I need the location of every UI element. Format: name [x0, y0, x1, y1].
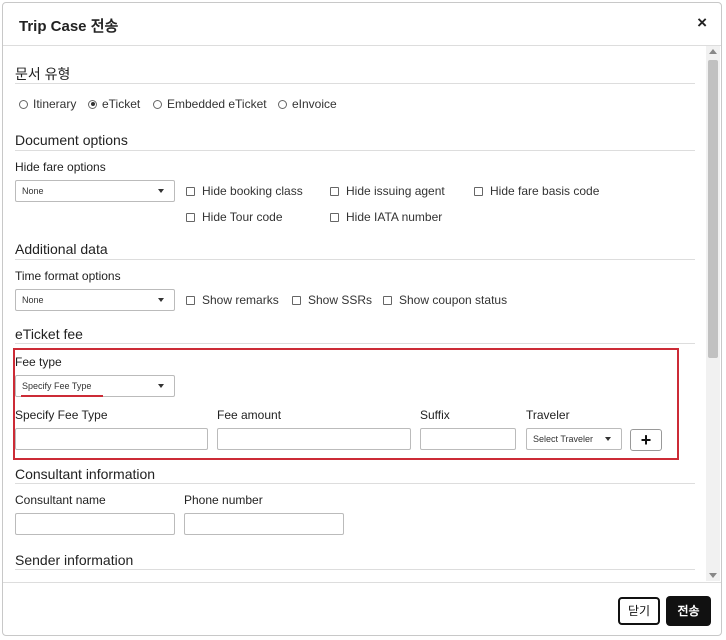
check-label: Show coupon status — [399, 293, 508, 307]
close-button[interactable]: 닫기 — [618, 597, 660, 625]
select-value: None — [22, 186, 44, 196]
radio-label: Itinerary — [33, 97, 77, 111]
fee-amount-input[interactable] — [217, 428, 411, 450]
suffix-input[interactable] — [420, 428, 516, 450]
checkbox-icon — [330, 186, 339, 196]
checkbox-icon — [330, 212, 339, 222]
check-show-remarks[interactable]: Show remarks — [186, 293, 279, 307]
check-label: Hide Tour code — [202, 210, 283, 224]
checkbox-icon — [186, 186, 195, 196]
additional-data-title: Additional data — [15, 241, 108, 257]
divider — [15, 569, 695, 570]
check-label: Hide booking class — [202, 184, 303, 198]
radio-icon — [153, 99, 162, 109]
check-label: Show remarks — [202, 293, 279, 307]
fee-type-select[interactable]: Specify Fee Type — [15, 375, 175, 397]
consultant-name-label: Consultant name — [15, 493, 106, 507]
divider — [15, 150, 695, 151]
time-format-select[interactable]: None — [15, 289, 175, 311]
radio-label: Embedded eTicket — [167, 97, 267, 111]
chevron-down-icon — [158, 384, 164, 388]
vertical-scrollbar[interactable] — [706, 46, 720, 581]
check-hide-issuing-agent[interactable]: Hide issuing agent — [330, 184, 445, 198]
divider — [15, 343, 695, 344]
divider — [15, 83, 695, 84]
suffix-label: Suffix — [420, 408, 450, 422]
chevron-down-icon — [158, 298, 164, 302]
send-button[interactable]: 전송 — [666, 596, 711, 626]
eticket-fee-title: eTicket fee — [15, 326, 83, 342]
sender-info-title: Sender information — [15, 552, 134, 568]
highlight-underline — [21, 395, 103, 397]
hide-fare-select[interactable]: None — [15, 180, 175, 202]
close-icon[interactable]: × — [697, 13, 707, 33]
checkbox-icon — [186, 295, 195, 305]
select-value: None — [22, 295, 44, 305]
radio-eticket[interactable]: eTicket — [88, 97, 140, 111]
scroll-down-icon[interactable] — [709, 573, 717, 578]
check-hide-tour-code[interactable]: Hide Tour code — [186, 210, 283, 224]
checkbox-icon — [474, 186, 483, 196]
select-value: Specify Fee Type — [22, 381, 92, 391]
check-show-ssrs[interactable]: Show SSRs — [292, 293, 372, 307]
divider — [15, 483, 695, 484]
fee-type-label: Fee type — [15, 355, 62, 369]
phone-number-label: Phone number — [184, 493, 263, 507]
check-hide-booking-class[interactable]: Hide booking class — [186, 184, 303, 198]
scrollbar-thumb[interactable] — [708, 60, 718, 358]
dialog-body: 문서 유형 Itinerary eTicket Embedded eTicket… — [3, 46, 707, 581]
dialog-footer: 닫기 전송 — [3, 582, 721, 637]
specify-fee-type-input[interactable] — [15, 428, 208, 450]
specify-fee-type-label: Specify Fee Type — [15, 408, 108, 422]
check-label: Hide fare basis code — [490, 184, 600, 198]
radio-einvoice[interactable]: eInvoice — [278, 97, 337, 111]
traveler-select[interactable]: Select Traveler — [526, 428, 622, 450]
radio-checked-icon — [88, 99, 97, 109]
document-options-title: Document options — [15, 132, 128, 148]
checkbox-icon — [383, 295, 392, 305]
time-format-label: Time format options — [15, 269, 121, 283]
check-show-coupon-status[interactable]: Show coupon status — [383, 293, 507, 307]
radio-label: eTicket — [102, 97, 141, 111]
select-value: Select Traveler — [533, 434, 594, 444]
fee-amount-label: Fee amount — [217, 408, 282, 422]
traveler-label: Traveler — [526, 408, 570, 422]
check-label: Hide IATA number — [346, 210, 443, 224]
add-fee-button[interactable]: + — [630, 429, 662, 451]
doc-type-title: 문서 유형 — [15, 66, 71, 82]
consultant-name-input[interactable] — [15, 513, 175, 535]
checkbox-icon — [292, 295, 301, 305]
radio-icon — [278, 99, 287, 109]
hide-fare-label: Hide fare options — [15, 160, 106, 174]
radio-itinerary[interactable]: Itinerary — [19, 97, 76, 111]
radio-icon — [19, 99, 28, 109]
scroll-up-icon[interactable] — [709, 49, 717, 54]
dialog-title: Trip Case 전송 — [19, 18, 119, 35]
check-label: Hide issuing agent — [346, 184, 445, 198]
check-hide-fare-basis-code[interactable]: Hide fare basis code — [474, 184, 599, 198]
dialog-header: Trip Case 전송 × — [3, 3, 721, 46]
check-label: Show SSRs — [308, 293, 373, 307]
trip-case-dialog: Trip Case 전송 × 문서 유형 Itinerary eTicket E… — [2, 2, 722, 636]
check-hide-iata-number[interactable]: Hide IATA number — [330, 210, 442, 224]
checkbox-icon — [186, 212, 195, 222]
phone-number-input[interactable] — [184, 513, 344, 535]
chevron-down-icon — [605, 437, 611, 441]
divider — [15, 259, 695, 260]
chevron-down-icon — [158, 189, 164, 193]
radio-label: eInvoice — [292, 97, 337, 111]
radio-embedded-eticket[interactable]: Embedded eTicket — [153, 97, 267, 111]
consultant-info-title: Consultant information — [15, 466, 156, 482]
